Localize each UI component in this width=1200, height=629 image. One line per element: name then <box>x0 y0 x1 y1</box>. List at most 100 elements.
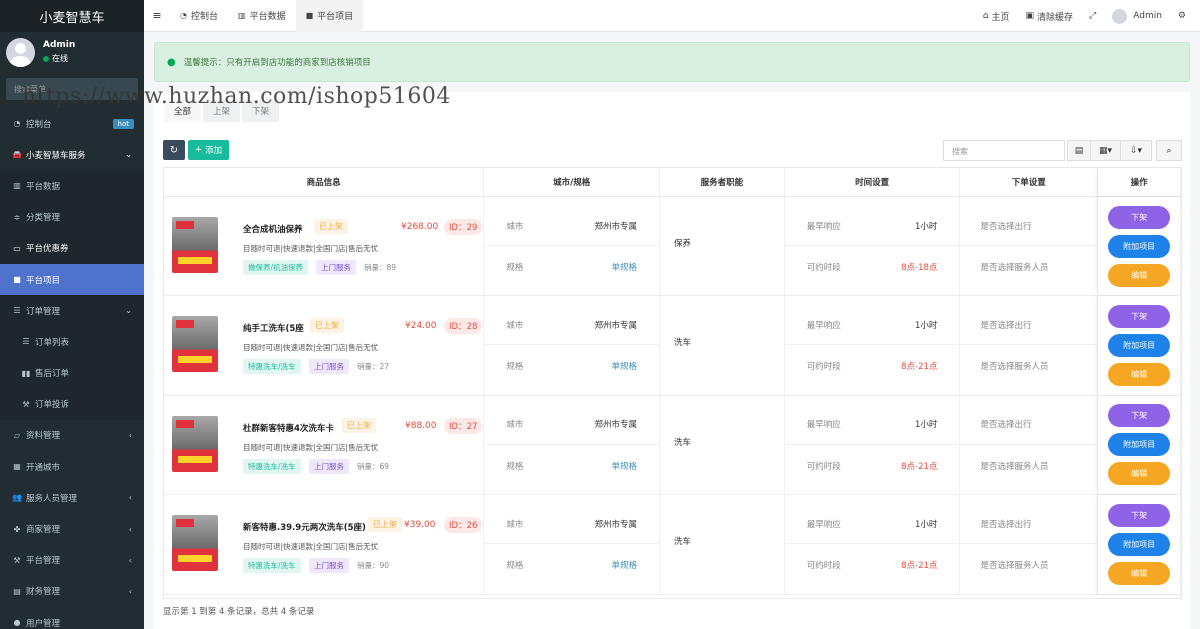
order-settings-cell: 是否选择出行 是否选择服务人员 <box>960 197 1099 296</box>
col-time-settings[interactable]: 时间设置 <box>785 168 961 196</box>
spec-link[interactable]: 单规格 <box>612 360 638 372</box>
user-name: Admin <box>43 40 76 50</box>
folder-icon: ▱ <box>13 430 21 440</box>
order-settings-cell: 是否选择出行 是否选择服务人员 <box>960 395 1099 495</box>
sidebar-item-service[interactable]: 🚘 小麦智慧车服务 ⌄ <box>0 139 144 170</box>
sidebar-item-staff[interactable]: 👥 服务人员管理 ‹ <box>0 482 144 513</box>
spec-link[interactable]: 单规格 <box>612 559 638 571</box>
home-link[interactable]: ⌂ 主页 <box>975 10 1018 23</box>
add-button[interactable]: + 添加 <box>188 140 230 160</box>
add-extra-item-button[interactable]: 附加项目 <box>1108 234 1171 258</box>
edit-button[interactable]: 编辑 <box>1108 363 1171 387</box>
product-thumbnail[interactable] <box>172 415 218 472</box>
table-row: 全合成机油保养 已上架 ¥268.00 ID：29 目随时可退|快速退款|全国门店|售后… <box>164 197 1181 297</box>
time-settings-cell: 最早响应 1小时 可约时段 8点-21点 <box>784 495 961 594</box>
product-thumbnail[interactable] <box>172 316 218 373</box>
sidebar-item-orders[interactable]: ☰ 订单管理 ⌄ <box>0 295 144 327</box>
table-row: 新客特惠.39.9元两次洗车(5座) 已上架 ¥39.00 ID：26 目随时可退|快速… <box>164 495 1181 595</box>
lightbulb-icon: ● <box>167 56 176 68</box>
staff-option: 是否选择服务人员 <box>980 461 1049 472</box>
trash-icon: ▣ <box>1025 11 1035 21</box>
service-role: 洗车 <box>674 437 692 448</box>
app-root: 小麦智慧车 Admin 在线 搜索菜单 ◔ 控制台 hot 🚘 小麦智慧车服务 ⌄ ▥ 平… <box>0 0 1200 629</box>
city-spec-cell: 城市 郑州市专属 规格 单规格 <box>484 197 661 296</box>
sidebar-item-complaints[interactable]: ⚒ 订单投诉 <box>0 388 144 420</box>
add-extra-item-button[interactable]: 附加项目 <box>1108 532 1171 556</box>
service-role: 保养 <box>674 239 692 249</box>
off-shelf-button[interactable]: 下架 <box>1108 404 1171 428</box>
sidebar-item-users[interactable]: ● 用户管理 <box>0 607 144 629</box>
col-city-spec[interactable]: 城市/规格 <box>484 168 661 196</box>
time-settings-cell: 最早响应 1小时 可约时段 8点-21点 <box>784 296 961 395</box>
city-row: 城市 郑州市专属 <box>484 504 660 545</box>
tab-platform-project[interactable]: ■ 平台项目 <box>295 0 364 32</box>
chevron-left-icon: ‹ <box>128 586 132 596</box>
sidebar-item-order-list[interactable]: ☰ 订单列表 <box>0 326 144 358</box>
table-body: 全合成机油保养 已上架 ¥268.00 ID：29 目随时可退|快速退款|全国门店|售后… <box>164 197 1181 595</box>
service-tag: 上门服务 <box>309 558 349 574</box>
earliest-response-value: 1小时 <box>915 519 938 530</box>
staff-option: 是否选择服务人员 <box>980 263 1049 273</box>
off-shelf-button[interactable]: 下架 <box>1108 305 1171 329</box>
clear-cache-button[interactable]: ▣ 清除缓存 <box>1018 10 1082 23</box>
category-tag: 特惠洗车/洗车 <box>243 458 301 474</box>
col-role[interactable]: 服务者职能 <box>660 168 785 196</box>
city-value: 郑州市专属 <box>594 420 638 431</box>
spec-link[interactable]: 单规格 <box>612 261 638 273</box>
project-table: 商品信息 城市/规格 服务者职能 时间设置 下单设置 操作 全合成机油保养 已上架… <box>163 167 1182 599</box>
sidebar-menu: ◔ 控制台 hot 🚘 小麦智慧车服务 ⌄ ▥ 平台数据 ≑ 分类管理 ▭ 平台优惠券 ■ 平台… <box>0 108 144 629</box>
sidebar-item-platform-project[interactable]: ■ 平台项目 <box>0 263 144 296</box>
status-badge: 已上架 <box>368 517 402 533</box>
time-slot-value: 8点-21点 <box>901 362 938 373</box>
sliders-icon: ≑ <box>13 212 21 222</box>
col-product-info[interactable]: 商品信息 <box>164 168 485 196</box>
city-row: 城市 郑州市专属 <box>484 305 660 346</box>
sidebar-item-coupon[interactable]: ▭ 平台优惠券 <box>0 232 144 264</box>
spec-row: 规格 单规格 <box>506 559 638 572</box>
status-badge: 已上架 <box>314 219 348 234</box>
sidebar-item-merchants[interactable]: ✤ 商家管理 ‹ <box>0 513 144 544</box>
settings-gear-icon[interactable]: ⚙ <box>1170 11 1200 21</box>
search-button[interactable]: ⌕ <box>1156 140 1182 161</box>
sidebar-item-data[interactable]: ▱ 资料管理 ‹ <box>0 420 144 451</box>
pagination-info: 显示第 1 到第 4 条记录，总共 4 条记录 <box>163 607 315 617</box>
category-tag: 特惠洗车/洗车 <box>243 558 301 574</box>
export-button[interactable]: ⇩▾ <box>1120 140 1152 161</box>
sidebar-item-platform-data[interactable]: ▥ 平台数据 <box>0 170 144 202</box>
add-extra-item-button[interactable]: 附加项目 <box>1108 334 1171 358</box>
sidebar-item-finance[interactable]: ▤ 财务管理 ‹ <box>0 576 144 607</box>
brand-logo[interactable]: 小麦智慧车 <box>0 0 144 32</box>
spec-link[interactable]: 单规格 <box>612 460 638 472</box>
product-id-badge: ID：28 <box>444 318 483 335</box>
sidebar-item-after-sales[interactable]: ▮▮ 售后订单 <box>0 357 144 389</box>
tab-dashboard[interactable]: ◔ 控制台 <box>170 0 228 32</box>
fullscreen-icon[interactable]: ⤢ <box>1081 11 1104 21</box>
earliest-response-value: 1小时 <box>915 420 938 431</box>
menu-toggle-icon[interactable]: ≡ <box>144 9 170 22</box>
product-thumbnail[interactable] <box>172 515 218 572</box>
product-thumbnail[interactable] <box>172 217 218 273</box>
actions-cell: 下架 附加项目 编辑 <box>1098 296 1181 395</box>
toggle-view-button[interactable]: ▤ <box>1067 140 1091 161</box>
admin-menu[interactable]: Admin <box>1104 8 1170 24</box>
pause-icon: ▮▮ <box>21 368 31 378</box>
city-value: 郑州市专属 <box>594 221 638 232</box>
sidebar-item-cities[interactable]: ▦ 开通城市 <box>0 451 144 482</box>
sidebar-item-platform[interactable]: ⚒ 平台管理 ‹ <box>0 545 144 576</box>
wrench-icon: ⚒ <box>22 399 30 409</box>
refresh-button[interactable]: ↻ <box>163 140 185 160</box>
sidebar-item-category[interactable]: ≑ 分类管理 <box>0 201 144 233</box>
edit-button[interactable]: 编辑 <box>1108 561 1171 585</box>
add-extra-item-button[interactable]: 附加项目 <box>1108 433 1171 457</box>
col-order-settings[interactable]: 下单设置 <box>960 168 1099 196</box>
download-icon: ⇩▾ <box>1129 145 1143 156</box>
columns-button[interactable]: ▦▾ <box>1090 140 1121 161</box>
sidebar-item-dashboard[interactable]: ◔ 控制台 hot <box>0 108 144 139</box>
service-tag: 上门服务 <box>309 359 349 375</box>
off-shelf-button[interactable]: 下架 <box>1108 205 1171 229</box>
off-shelf-button[interactable]: 下架 <box>1108 503 1171 527</box>
edit-button[interactable]: 编辑 <box>1108 462 1171 486</box>
tab-platform-data[interactable]: ▥ 平台数据 <box>228 0 296 32</box>
search-input[interactable]: 搜索 <box>943 140 1065 161</box>
edit-button[interactable]: 编辑 <box>1108 263 1171 287</box>
